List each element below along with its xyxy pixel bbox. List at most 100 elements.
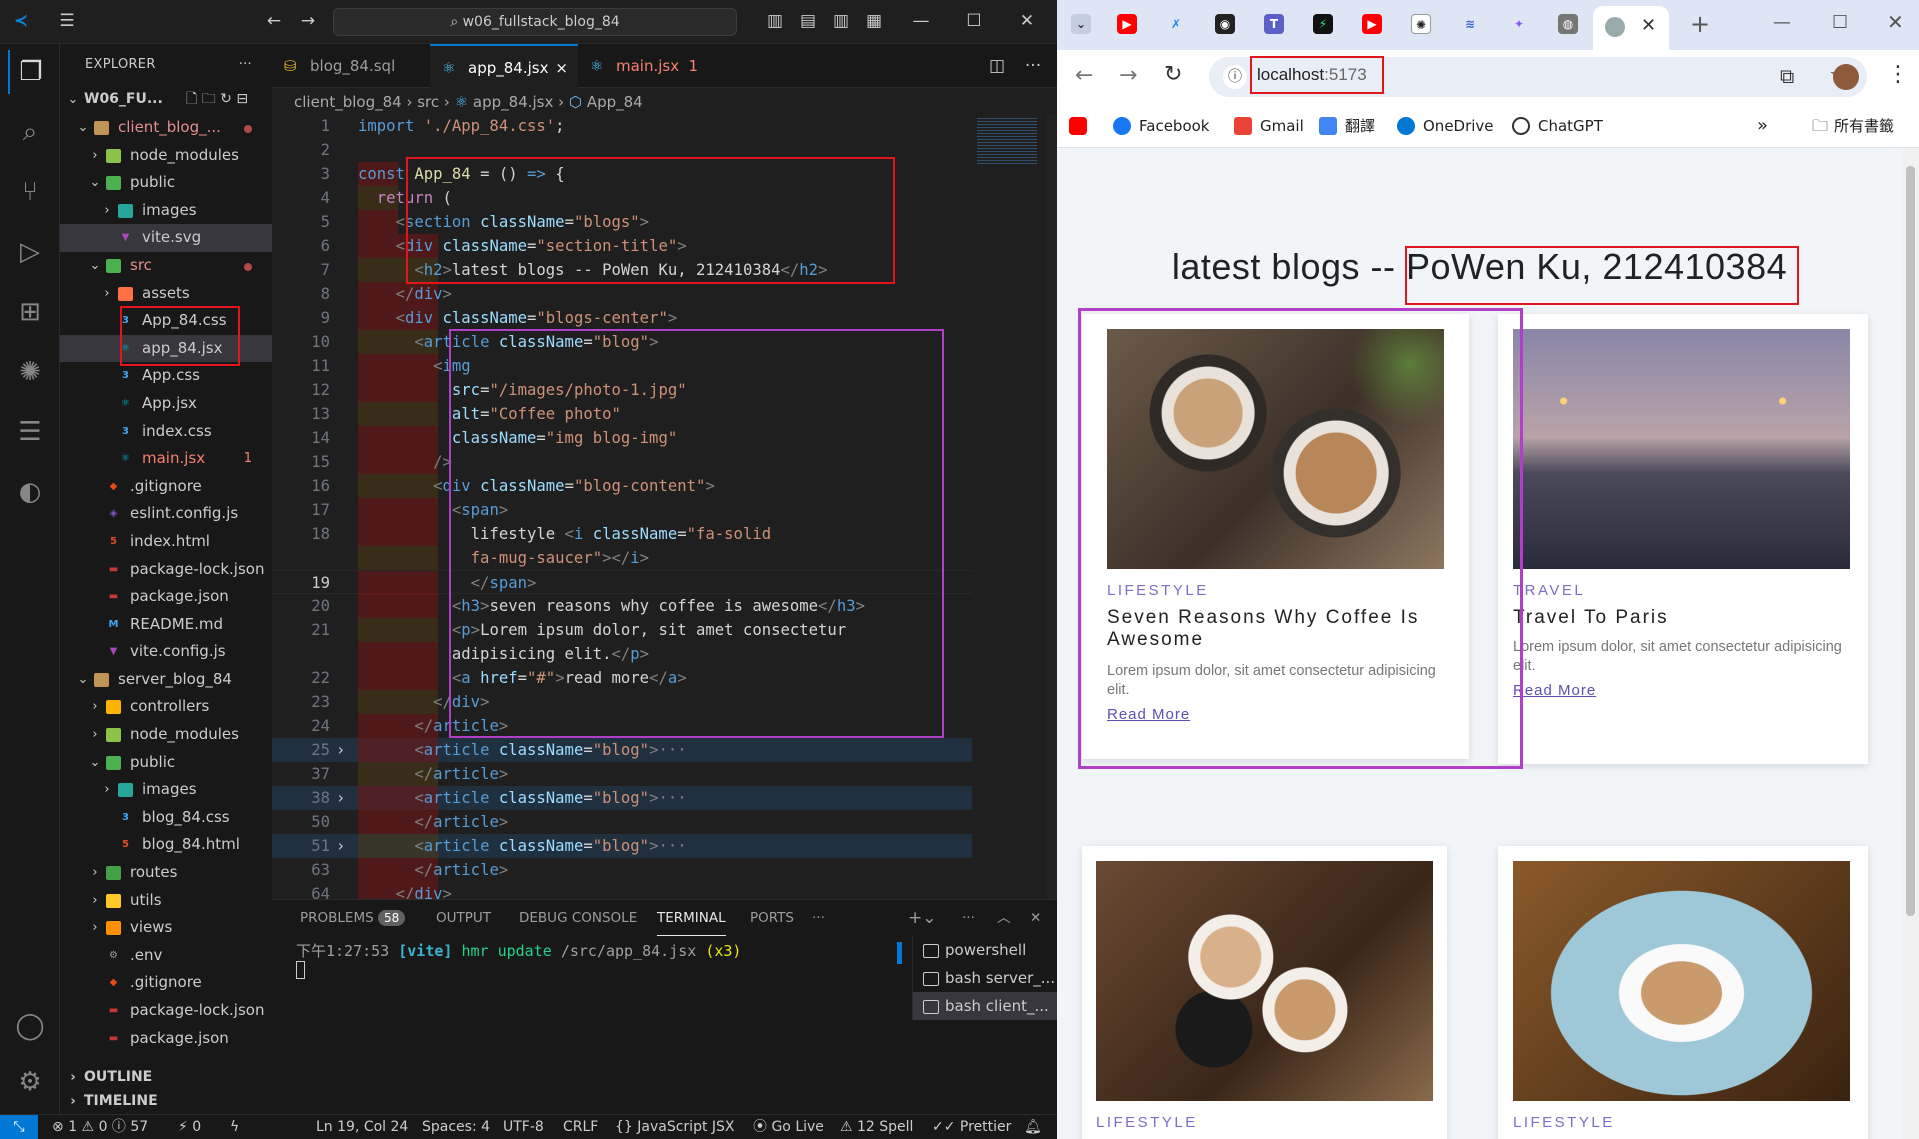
extensions-icon[interactable]: ⧉ xyxy=(1780,64,1794,88)
tree-folder[interactable]: › node_modules xyxy=(60,142,272,170)
active-browser-tab[interactable]: ✕ xyxy=(1593,6,1669,50)
split-editor-icon[interactable]: ◫ xyxy=(986,55,1008,77)
tree-file[interactable]: 3 blog_84.css xyxy=(60,804,272,832)
explorer-icon[interactable]: ❐ xyxy=(8,50,52,94)
tab-output[interactable]: OUTPUT xyxy=(436,900,491,936)
tree-folder[interactable]: › routes xyxy=(60,859,272,887)
tree-folder[interactable]: › views xyxy=(60,914,272,942)
tree-file[interactable]: 3 App.css xyxy=(60,362,272,390)
tree-file[interactable]: 5 index.html xyxy=(60,528,272,556)
remote-indicator-icon[interactable]: ⤡ xyxy=(0,1115,38,1139)
toggle-secondary-sidebar-icon[interactable]: ▥ xyxy=(830,10,852,32)
tree-file[interactable]: ⚛ App.jsx xyxy=(60,390,272,418)
tab-debug-console[interactable]: DEBUG CONSOLE xyxy=(519,900,637,936)
tree-folder[interactable]: ⌄ src xyxy=(60,252,272,280)
new-tab-icon[interactable]: + xyxy=(1690,10,1710,38)
spell-check[interactable]: ⚠ 12 Spell xyxy=(840,1115,913,1139)
run-debug-icon[interactable]: ▷ xyxy=(8,230,52,274)
line-ending[interactable]: CRLF xyxy=(563,1115,598,1139)
back-icon[interactable]: ← xyxy=(1075,63,1093,88)
forward-icon[interactable]: → xyxy=(297,10,319,32)
terminal-bash-server[interactable]: bash server_... xyxy=(913,964,1057,992)
forward-icon[interactable]: → xyxy=(1119,63,1137,88)
tab-main-jsx[interactable]: ⚛ main.jsx 1 xyxy=(578,44,708,88)
tree-file[interactable]: ◆ .gitignore xyxy=(60,969,272,997)
toggle-sidebar-icon[interactable]: ▥ xyxy=(764,10,786,32)
fold-chevron-icon[interactable]: › xyxy=(336,738,345,762)
chatgpt-tab-icon[interactable]: ✺ xyxy=(1411,14,1431,34)
globe-tab-icon[interactable]: ◍ xyxy=(1558,14,1578,34)
cursor-position[interactable]: Ln 19, Col 24 xyxy=(316,1115,408,1139)
tab-problems[interactable]: PROBLEMS 58 xyxy=(300,900,406,936)
tree-folder[interactable]: ⌄ public xyxy=(60,169,272,197)
breadcrumb-folder[interactable]: client_blog_84 xyxy=(294,93,402,111)
layout-icon[interactable]: ▦ xyxy=(863,10,885,32)
profile-avatar[interactable] xyxy=(1833,64,1859,90)
code-line[interactable]: 38 <article className="blog">··· › xyxy=(272,786,972,810)
source-control-icon[interactable]: ⑂ xyxy=(8,170,52,214)
go-live[interactable]: ⦿ Go Live xyxy=(753,1115,824,1139)
minimize-icon[interactable]: — xyxy=(910,10,932,32)
language-mode[interactable]: {} JavaScript JSX xyxy=(615,1115,735,1139)
reload-icon[interactable]: ↻ xyxy=(1164,62,1182,87)
bookmark-chatgpt[interactable]: ChatGPT xyxy=(1512,104,1603,148)
breadcrumb[interactable]: client_blog_84 › src › ⚛ app_84.jsx › ⬡ … xyxy=(294,90,643,114)
breadcrumb-symbol[interactable]: App_84 xyxy=(587,93,643,111)
terminal-more-icon[interactable]: ··· xyxy=(962,900,975,936)
timeline-section[interactable]: › TIMELINE xyxy=(60,1088,272,1116)
tree-file[interactable]: M README.md xyxy=(60,611,272,639)
fold-chevron-icon[interactable]: › xyxy=(336,834,345,858)
bookmarks-overflow-icon[interactable]: » xyxy=(1757,104,1768,148)
settings-gear-icon[interactable]: ⚙ xyxy=(8,1060,52,1104)
code-line[interactable]: 50 </article> xyxy=(272,810,972,834)
tree-file[interactable]: ▼ vite.config.js xyxy=(60,638,272,666)
tab-terminal[interactable]: TERMINAL xyxy=(657,900,726,936)
code-line[interactable]: 8 </div> xyxy=(272,282,972,306)
tree-file[interactable]: ⚙ .env xyxy=(60,942,272,970)
more-actions-icon[interactable]: ··· xyxy=(239,44,252,86)
new-terminal-icon[interactable]: +⌄ xyxy=(908,900,937,936)
indentation[interactable]: Spaces: 4 xyxy=(422,1115,490,1139)
code-line[interactable]: 9 <div className="blogs-center"> xyxy=(272,306,972,330)
terminal-scrollbar[interactable] xyxy=(897,942,902,964)
tree-folder[interactable]: › node_modules xyxy=(60,721,272,749)
tree-file[interactable]: ⚛ main.jsx 1 xyxy=(60,445,272,473)
problems-status[interactable]: ⊗ 1 ⚠ 0 ⓘ 57 xyxy=(52,1115,148,1139)
youtube-tab-icon[interactable]: ▶ xyxy=(1117,14,1137,34)
github-tab-icon[interactable]: ◉ xyxy=(1215,14,1235,34)
close-panel-icon[interactable]: ✕ xyxy=(1030,900,1041,936)
fold-chevron-icon[interactable]: › xyxy=(336,786,345,810)
more-actions-icon[interactable]: ··· xyxy=(1022,55,1044,77)
tree-folder[interactable]: ⌄ public xyxy=(60,749,272,777)
tree-folder[interactable]: › utils xyxy=(60,887,272,915)
code-line[interactable]: 25 <article className="blog">··· › xyxy=(272,738,972,762)
tree-file[interactable]: ▬ package-lock.json xyxy=(60,556,272,584)
terminal-bash-client[interactable]: bash client_... xyxy=(913,992,1057,1020)
close-tab-icon[interactable]: ✕ xyxy=(1641,15,1656,36)
bookmark-onedrive[interactable]: OneDrive xyxy=(1397,104,1494,148)
lightning-icon[interactable]: ϟ xyxy=(230,1115,239,1139)
breadcrumb-src[interactable]: src xyxy=(417,93,439,111)
tree-file[interactable]: ▬ package.json xyxy=(60,1025,272,1053)
tab-blog-sql[interactable]: ⛁ blog_84.sql xyxy=(272,44,430,88)
maximize-panel-icon[interactable]: ︿ xyxy=(997,900,1011,936)
tree-file[interactable]: ▼ vite.svg xyxy=(60,224,272,252)
read-more-link[interactable]: Read More xyxy=(1513,682,1596,699)
tree-folder[interactable]: › images xyxy=(60,776,272,804)
bookmark-gmail[interactable]: Gmail xyxy=(1234,104,1304,148)
editor-scrollbar[interactable] xyxy=(1047,114,1057,899)
menu-icon[interactable]: ☰ xyxy=(56,10,78,32)
maximize-icon[interactable]: ☐ xyxy=(963,10,985,32)
site-info-icon[interactable]: ⓘ xyxy=(1223,65,1247,89)
code-line[interactable]: 37 </article> xyxy=(272,762,972,786)
tree-folder[interactable]: ⌄ server_blog_84 xyxy=(60,666,272,694)
youtube-tab-icon[interactable]: ▶ xyxy=(1362,14,1382,34)
chatgpt-icon[interactable]: ✺ xyxy=(8,350,52,394)
remote-icon[interactable]: ◐ xyxy=(8,470,52,514)
tab-icon[interactable]: ≋ xyxy=(1460,14,1480,34)
tree-file[interactable]: ◈ eslint.config.js xyxy=(60,500,272,528)
command-center[interactable]: ⌕ w06_fullstack_blog_84 xyxy=(333,8,737,36)
tab-icon[interactable]: ✦ xyxy=(1509,14,1529,34)
bookmark-facebook[interactable]: Facebook xyxy=(1113,104,1209,148)
minimap[interactable] xyxy=(977,116,1037,166)
